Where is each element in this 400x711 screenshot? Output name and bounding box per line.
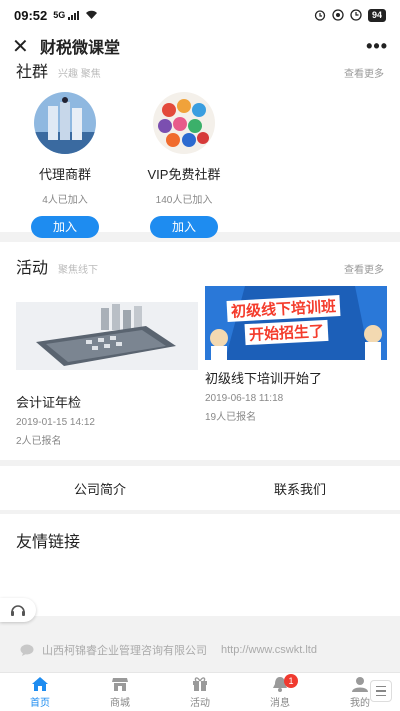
- main-content[interactable]: 社群 兴趣 聚焦 查看更多 代理商群 4人已加入 加入 VIP免费社群 140人…: [0, 62, 400, 672]
- group-card[interactable]: 代理商群 4人已加入 加入: [15, 92, 115, 238]
- battery-indicator: 94: [367, 8, 386, 22]
- chat-bubble-icon: [20, 644, 34, 656]
- activity-date: 2019-01-15 14:12: [16, 417, 95, 428]
- activity-title: 初级线下培训开始了: [205, 371, 323, 386]
- tab-label: 首页: [30, 697, 50, 709]
- tab-label: 我的: [350, 697, 370, 709]
- join-button[interactable]: 加入: [150, 216, 218, 238]
- activity-signup-count: 19人已报名: [205, 412, 257, 423]
- headset-icon: [11, 605, 25, 616]
- company-name: 山西柯锦睿企业管理咨询有限公司: [42, 645, 207, 657]
- tab-label: 商城: [110, 697, 130, 709]
- group-member-count: 140人已加入: [155, 195, 213, 206]
- settings-icon: [332, 9, 344, 21]
- signal-type: 5G: [53, 10, 66, 20]
- company-url[interactable]: http://www.cswkt.ltd: [221, 644, 317, 656]
- status-time: 09:52: [14, 7, 48, 23]
- group-name: 代理商群: [38, 167, 91, 182]
- tab-bar: 首页 商城 活动 1 消息 我的: [0, 672, 400, 711]
- shop-icon: [112, 677, 128, 691]
- activity-date: 2019-06-18 11:18: [205, 393, 284, 404]
- banner-line-2: 开始招生了: [244, 319, 329, 346]
- group-avatar: [153, 92, 215, 154]
- tab-label: 活动: [190, 697, 210, 709]
- page-title: 财税微课堂: [40, 40, 121, 57]
- about-company-link[interactable]: 公司简介: [0, 479, 200, 498]
- contact-us-link[interactable]: 联系我们: [200, 479, 400, 498]
- close-icon[interactable]: ✕: [12, 34, 36, 59]
- clock-icon: [350, 9, 362, 21]
- activity-signup-count: 2人已报名: [16, 436, 62, 447]
- tab-activity[interactable]: 活动: [160, 673, 240, 711]
- floating-menu-button[interactable]: [370, 680, 392, 702]
- status-bar: 09:52 5G 94: [0, 0, 400, 30]
- signal-indicator: 5G: [53, 10, 98, 20]
- activity-section: 活动 聚焦线下 查看更多 会计证年检 2019-01-15 14:12 2人已报…: [0, 242, 400, 460]
- info-links: 公司简介 联系我们: [0, 466, 400, 510]
- wifi-icon: [86, 10, 98, 19]
- activity-card[interactable]: 初级线下培训班 开始招生了 初级线下培训开始了 2019-06-18 11:18…: [205, 286, 387, 423]
- user-icon: [352, 676, 368, 692]
- join-button[interactable]: 加入: [31, 216, 99, 238]
- message-badge: 1: [284, 674, 298, 688]
- section-subtitle: 兴趣 聚焦: [58, 69, 101, 80]
- nav-bar: ✕ 财税微课堂 •••: [0, 30, 400, 62]
- tab-messages[interactable]: 1 消息: [240, 673, 320, 711]
- menu-line: [376, 694, 386, 697]
- activity-banner: 初级线下培训班 开始招生了: [205, 286, 387, 360]
- tab-home[interactable]: 首页: [0, 673, 80, 711]
- footer: 山西柯锦睿企业管理咨询有限公司 http://www.cswkt.ltd: [0, 632, 400, 668]
- customer-service-button[interactable]: [0, 598, 36, 622]
- tab-shop[interactable]: 商城: [80, 673, 160, 711]
- activity-title: 会计证年检: [16, 395, 82, 410]
- section-title: 友情链接: [16, 534, 81, 551]
- alarm-icon: [314, 10, 326, 21]
- view-more-link[interactable]: 查看更多: [344, 65, 384, 80]
- menu-line: [376, 685, 386, 688]
- group-avatar: [34, 92, 96, 154]
- tab-label: 消息: [270, 697, 290, 709]
- community-section: 社群 兴趣 聚焦 查看更多 代理商群 4人已加入 加入 VIP免费社群 140人…: [0, 62, 400, 238]
- section-subtitle: 聚焦线下: [58, 265, 99, 276]
- gift-icon: [193, 676, 207, 691]
- activity-image: [16, 302, 198, 370]
- friend-links-section: 友情链接: [0, 514, 400, 616]
- signal-bars-icon: [68, 11, 80, 20]
- more-menu-button[interactable]: •••: [366, 36, 388, 57]
- menu-line: [376, 690, 386, 692]
- group-member-count: 4人已加入: [42, 195, 88, 206]
- home-icon: [32, 676, 48, 691]
- section-title: 社群: [16, 64, 49, 81]
- section-title: 活动: [16, 260, 49, 277]
- group-card[interactable]: VIP免费社群 140人已加入 加入: [134, 92, 234, 238]
- activity-card[interactable]: 会计证年检 2019-01-15 14:12 2人已报名: [16, 302, 198, 447]
- view-more-link[interactable]: 查看更多: [344, 261, 384, 276]
- group-name: VIP免费社群: [147, 167, 221, 182]
